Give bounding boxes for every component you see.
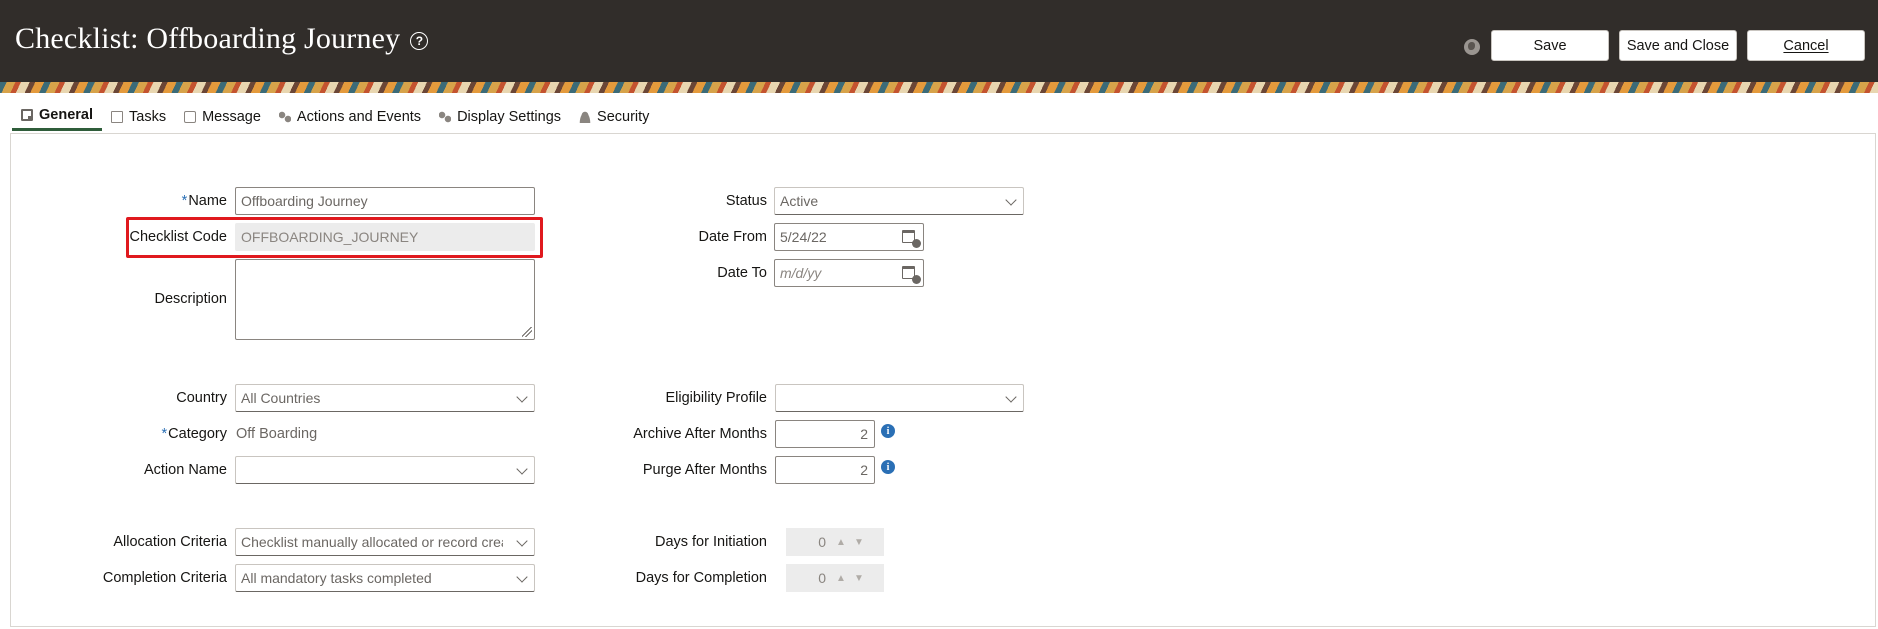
days-for-completion-label: Days for Completion: [635, 570, 767, 586]
required-marker: *: [181, 193, 188, 209]
save-button[interactable]: Save: [1491, 30, 1609, 61]
status-value: Active: [780, 193, 819, 209]
info-icon[interactable]: i: [881, 460, 895, 474]
days-for-completion-stepper: 0 ▲ ▼: [786, 564, 884, 592]
action-name-label: Action Name: [143, 462, 227, 478]
chevron-down-icon: ▼: [854, 536, 864, 548]
chevron-down-icon[interactable]: [516, 535, 528, 547]
allocation-criteria-value: Checklist manually allocated or record c…: [241, 534, 503, 550]
eligibility-profile-label: Eligibility Profile: [665, 390, 767, 406]
date-from-input[interactable]: 5/24/22: [774, 223, 924, 251]
completion-criteria-value: All mandatory tasks completed: [241, 570, 432, 586]
tab-label: Message: [202, 108, 261, 125]
page-title: Checklist: Offboarding Journey: [15, 22, 401, 55]
cancel-button[interactable]: Cancel: [1747, 30, 1865, 61]
status-label: Status: [725, 193, 767, 209]
days-for-completion-value: 0: [818, 570, 826, 586]
globe-icon[interactable]: [1464, 39, 1480, 55]
tab-label: Tasks: [129, 108, 167, 125]
days-for-initiation-value: 0: [818, 534, 826, 550]
action-name-select[interactable]: [235, 456, 535, 484]
tab-label: Actions and Events: [296, 108, 422, 125]
tab-actions-and-events[interactable]: Actions and Events: [270, 102, 430, 131]
decorative-banner: [0, 82, 1878, 93]
days-for-initiation-label: Days for Initiation: [654, 534, 767, 550]
chevron-down-icon[interactable]: [516, 463, 528, 475]
date-to-input[interactable]: m/d/yy: [774, 259, 924, 287]
date-from-label: Date From: [698, 229, 768, 245]
tab-security[interactable]: Security: [570, 102, 658, 131]
chevron-up-icon: ▲: [836, 536, 846, 548]
tab-message[interactable]: Message: [175, 102, 270, 131]
resize-handle-icon[interactable]: [522, 327, 532, 337]
archive-after-months-label: Archive After Months: [633, 426, 767, 442]
page-header: Checklist: Offboarding Journey ? Save Sa…: [0, 0, 1878, 82]
eligibility-profile-select[interactable]: [775, 384, 1024, 412]
country-label: Country: [176, 390, 227, 406]
chevron-down-icon: ▼: [854, 572, 864, 584]
allocation-criteria-select[interactable]: Checklist manually allocated or record c…: [235, 528, 535, 556]
country-select[interactable]: All Countries: [235, 384, 535, 412]
tab-general[interactable]: General: [12, 102, 102, 131]
country-value: All Countries: [241, 390, 321, 406]
tab-label: General: [39, 107, 93, 123]
chevron-down-icon[interactable]: [1005, 194, 1017, 206]
purge-after-months-label: Purge After Months: [642, 462, 767, 478]
required-marker: *: [161, 426, 168, 442]
title-wrap: Checklist: Offboarding Journey ?: [15, 22, 429, 56]
tab-label: Display Settings: [457, 108, 562, 125]
save-and-close-button[interactable]: Save and Close: [1619, 30, 1737, 61]
message-icon: [184, 110, 197, 123]
checklist-code-highlight: [126, 217, 543, 258]
info-icon[interactable]: i: [881, 424, 895, 438]
description-textarea[interactable]: [235, 259, 535, 340]
category-label: *Category: [162, 426, 228, 442]
tab-tasks[interactable]: Tasks: [102, 102, 175, 131]
display-settings-icon: [439, 110, 452, 123]
category-label-text: Category: [168, 426, 227, 442]
name-label-text: Name: [188, 193, 227, 209]
archive-after-months-input[interactable]: 2: [775, 420, 875, 448]
calendar-icon[interactable]: [902, 230, 921, 248]
tab-label: Security: [597, 108, 650, 125]
tasks-icon: [111, 110, 123, 123]
chevron-up-icon: ▲: [836, 572, 846, 584]
days-for-initiation-stepper: 0 ▲ ▼: [786, 528, 884, 556]
purge-after-months-input[interactable]: 2: [775, 456, 875, 484]
actions-icon: [278, 110, 291, 123]
date-to-placeholder: m/d/yy: [780, 265, 822, 281]
name-label: *Name: [182, 193, 227, 209]
date-to-label: Date To: [717, 265, 767, 281]
tab-bar: General Tasks Message Actions and Events…: [12, 102, 658, 132]
chevron-down-icon[interactable]: [516, 571, 528, 583]
completion-criteria-select[interactable]: All mandatory tasks completed: [235, 564, 535, 592]
completion-criteria-label: Completion Criteria: [102, 570, 227, 586]
description-label: Description: [154, 291, 227, 307]
tab-display-settings[interactable]: Display Settings: [430, 102, 570, 131]
name-input[interactable]: Offboarding Journey: [235, 187, 535, 215]
chevron-down-icon[interactable]: [516, 391, 528, 403]
category-value: Off Boarding: [236, 426, 318, 442]
allocation-criteria-label: Allocation Criteria: [113, 534, 227, 550]
chevron-down-icon[interactable]: [1005, 391, 1017, 403]
date-from-value: 5/24/22: [780, 229, 827, 245]
help-circle-icon[interactable]: ?: [410, 32, 429, 50]
calendar-icon[interactable]: [902, 266, 921, 284]
security-icon: [579, 110, 592, 123]
status-select[interactable]: Active: [774, 187, 1024, 215]
general-icon: [21, 109, 33, 121]
